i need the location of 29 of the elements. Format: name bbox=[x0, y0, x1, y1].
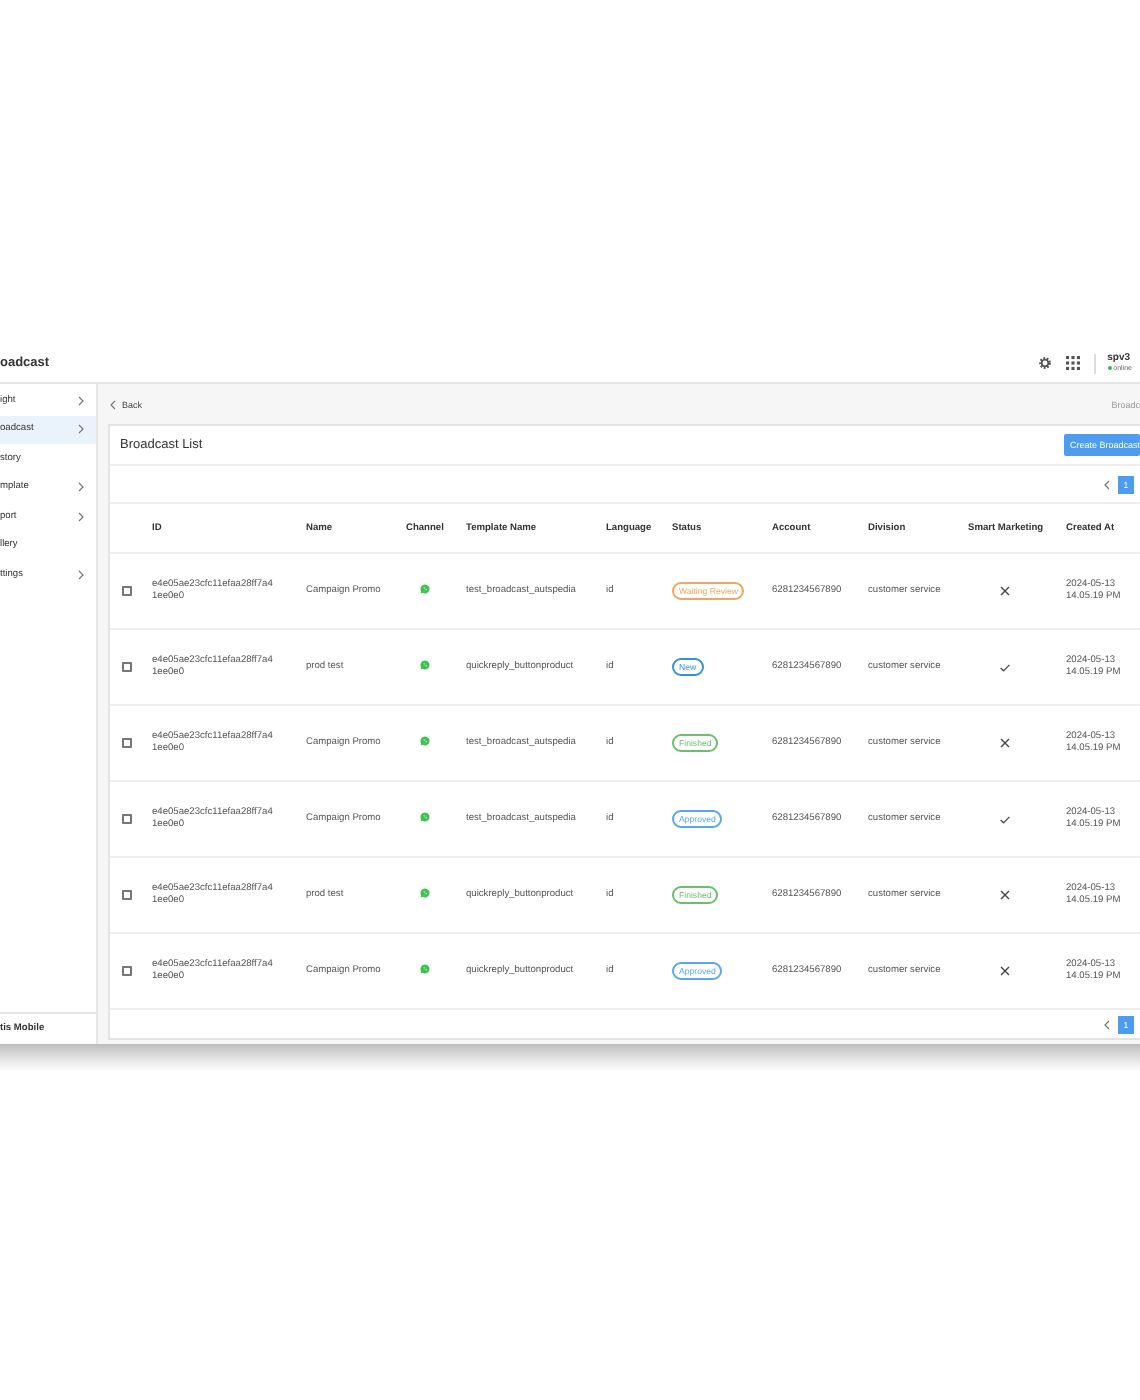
chevron-right-icon bbox=[78, 482, 84, 493]
cross-icon bbox=[1000, 586, 1010, 596]
row-checkbox[interactable] bbox=[122, 662, 132, 672]
chevron-right-icon bbox=[78, 569, 84, 580]
check-icon bbox=[1000, 815, 1010, 823]
chevron-left-icon bbox=[1104, 1019, 1110, 1029]
row-checkbox[interactable] bbox=[122, 966, 132, 976]
chat-icon bbox=[420, 660, 430, 670]
chevron-right-icon bbox=[78, 395, 84, 406]
chevron-left-icon bbox=[1104, 479, 1110, 489]
cross-icon bbox=[1000, 738, 1010, 748]
row-checkbox[interactable] bbox=[122, 814, 132, 824]
chevron-left-icon bbox=[110, 399, 116, 409]
cross-icon bbox=[1000, 890, 1010, 900]
chat-icon bbox=[420, 964, 430, 974]
chevron-right-icon bbox=[78, 511, 84, 522]
cross-icon bbox=[1000, 966, 1010, 976]
chevron-right-icon bbox=[78, 424, 84, 435]
row-checkbox[interactable] bbox=[122, 586, 132, 596]
chat-icon bbox=[420, 584, 430, 594]
grid-icon[interactable] bbox=[1065, 356, 1080, 370]
row-checkbox[interactable] bbox=[122, 738, 132, 748]
chat-icon bbox=[420, 812, 430, 822]
row-checkbox[interactable] bbox=[122, 890, 132, 900]
online-dot-icon bbox=[1107, 366, 1112, 370]
check-icon bbox=[1000, 663, 1010, 671]
chat-icon bbox=[420, 888, 430, 898]
chat-icon bbox=[420, 736, 430, 746]
settings-icon[interactable] bbox=[1037, 356, 1052, 370]
